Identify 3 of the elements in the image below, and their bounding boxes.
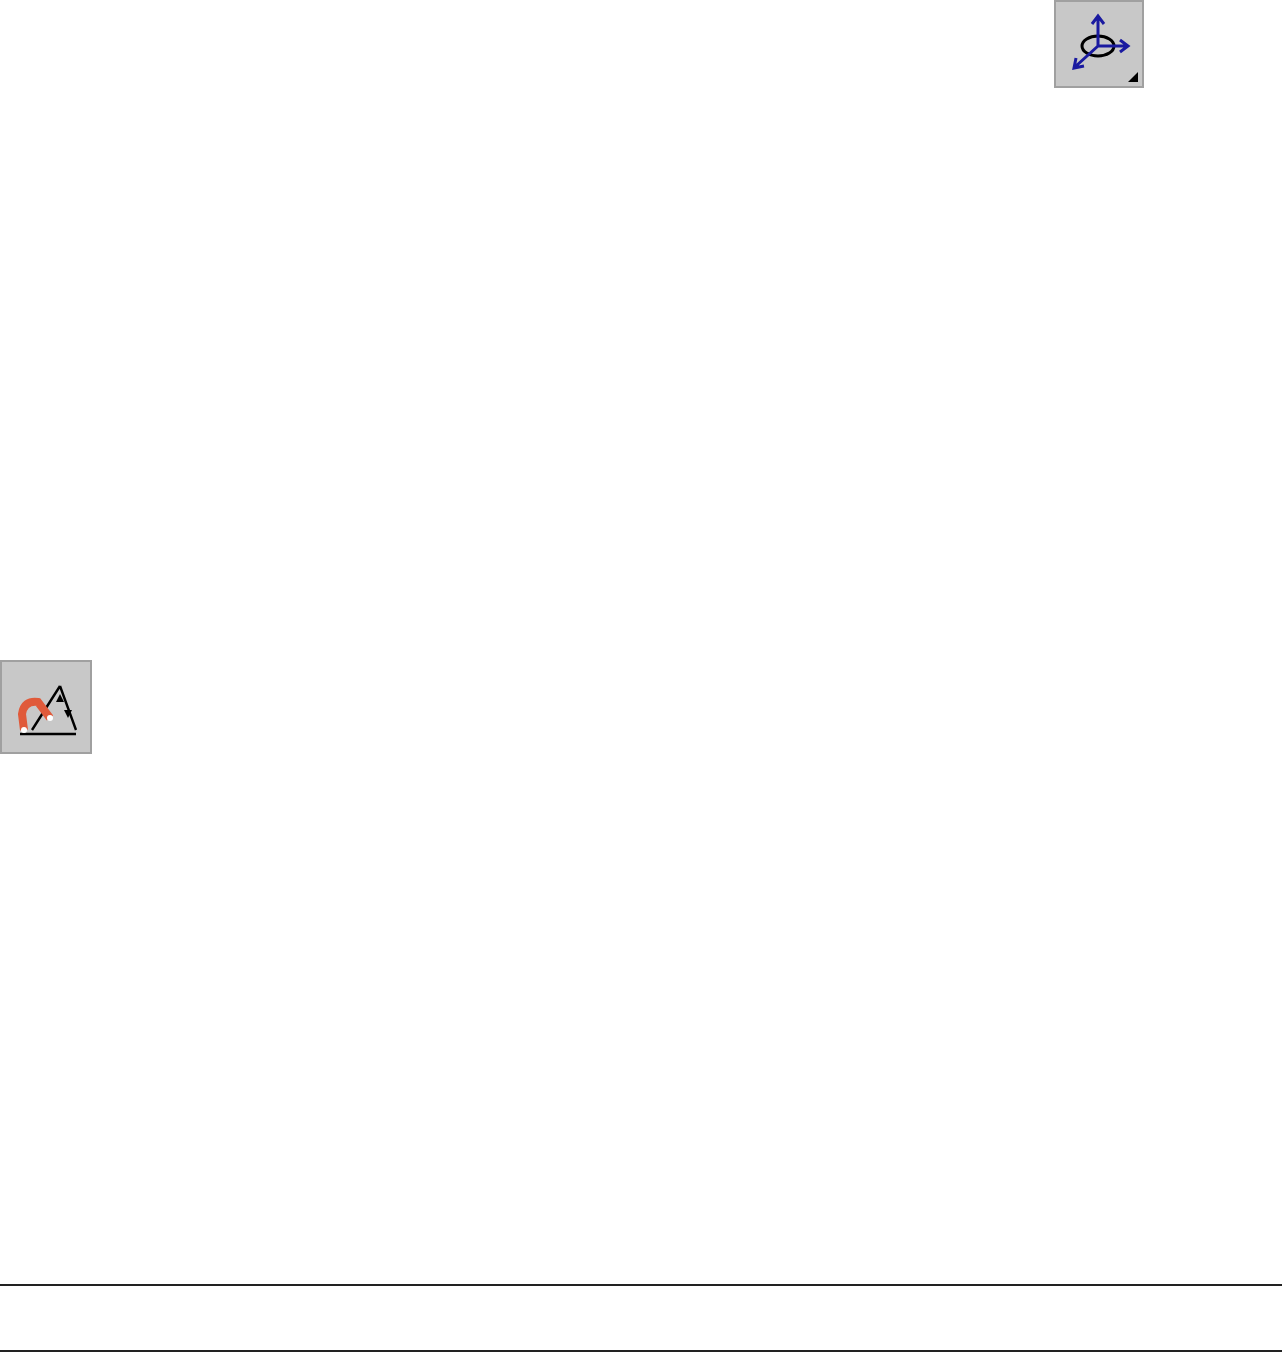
dropdown-corner-icon [1128, 72, 1138, 82]
toolbar-button[interactable] [1054, 0, 1144, 88]
toolbar-button[interactable] [0, 660, 92, 754]
